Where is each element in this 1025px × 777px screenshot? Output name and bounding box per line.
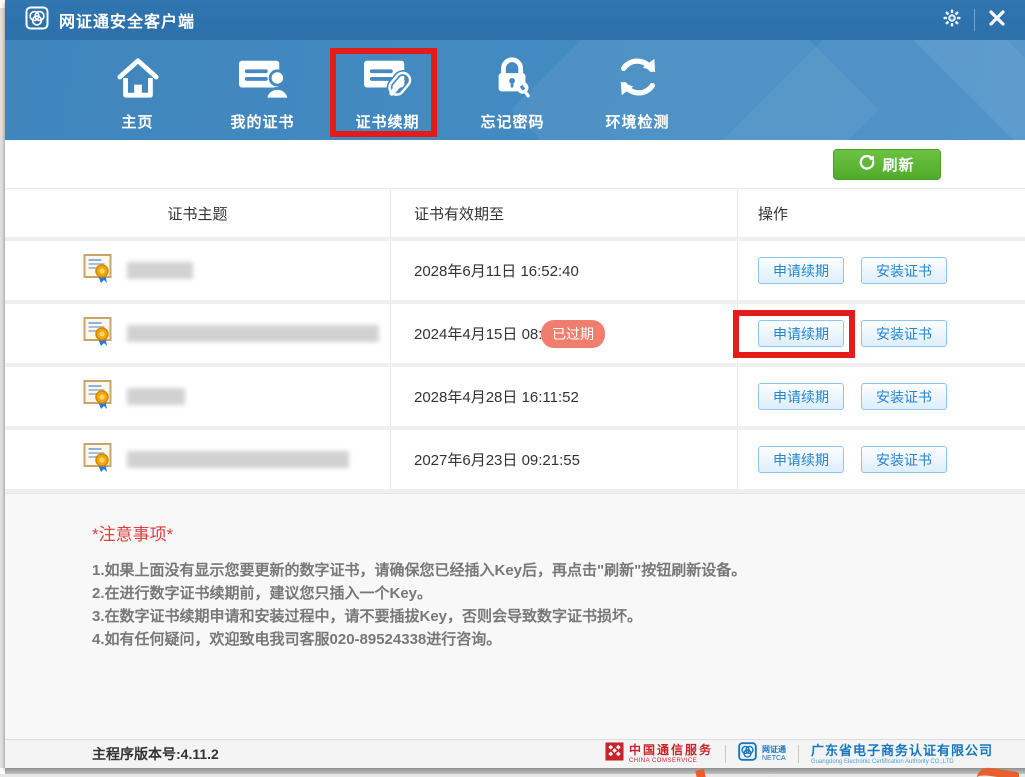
refresh-label: 刷新 (882, 156, 915, 174)
logo-separator (797, 745, 799, 763)
nav-tab-environment-check[interactable]: 环境检测 (575, 40, 700, 140)
install-certificate-button[interactable]: 安装证书 (861, 383, 947, 410)
note-line-4: 4.如有任何疑问，欢迎致电我司客服020-89524338进行咨询。 (92, 631, 502, 648)
netca-name-cn: 网证通 (761, 745, 786, 754)
certificate-expiry-date: 2027年6月23日 09:21:55 (414, 452, 580, 469)
close-button[interactable] (975, 5, 1019, 35)
china-comservice-logo: 中国通信服务 CHINA COMSERVICE (605, 742, 713, 766)
table-row: 2024年4月15日 08:38:08 已过期 申请续期 安装证书 (5, 304, 1025, 367)
nav-tab-home[interactable]: 主页 (75, 40, 200, 140)
redacted-subject (127, 388, 185, 405)
china-comservice-name-cn: 中国通信服务 (628, 743, 713, 757)
refresh-icon (859, 154, 875, 174)
note-line-2: 2.在进行数字证书续期前，建议您只插入一个Key。 (92, 585, 433, 602)
redacted-subject (127, 262, 193, 279)
redacted-subject (127, 451, 349, 468)
renew-button[interactable]: 申请续期 (758, 257, 844, 284)
certificate-icon (83, 253, 113, 288)
screenshot-root: 网证通安全客户端 主页 我的证书 证书续期 忘记密码 环境检测 刷新 证书主题 … (0, 0, 1025, 777)
note-line-1: 1.如果上面没有显示您要更新的数字证书，请确保您已经插入Key后，再点击"刷新"… (92, 562, 747, 579)
footer-logos: 中国通信服务 CHINA COMSERVICE 网证通 NETCA 广东省电子商… (605, 742, 993, 766)
certificate-icon (83, 442, 113, 477)
app-logo-icon (25, 6, 49, 35)
settings-button[interactable] (930, 5, 974, 35)
main-nav: 主页 我的证书 证书续期 忘记密码 环境检测 (5, 40, 1025, 140)
nav-tab-label: 环境检测 (605, 114, 670, 131)
gear-icon (943, 8, 961, 32)
nav-tab-forgot-password[interactable]: 忘记密码 (450, 40, 575, 140)
table-header-row: 证书主题 证书有效期至 操作 (5, 189, 1025, 241)
renew-button[interactable]: 申请续期 (758, 383, 844, 410)
header-certificate-expiry: 证书有效期至 (390, 189, 737, 237)
certificate-expiry-date: 2028年6月11日 16:52:40 (414, 263, 579, 280)
nav-tab-label: 忘记密码 (480, 114, 545, 131)
nav-items: 主页 我的证书 证书续期 忘记密码 环境检测 (75, 40, 700, 140)
gdca-name-en: Guangdong Electronic Certification Autho… (810, 758, 954, 765)
gdca-name-cn: 广东省电子商务认证有限公司 (810, 742, 993, 758)
renew-button[interactable]: 申请续期 (758, 446, 844, 473)
renew-button[interactable]: 申请续期 (758, 320, 844, 347)
version-label: 主程序版本号:4.11.2 (92, 746, 219, 762)
certificate-expiry-date: 2028年4月28日 16:11:52 (414, 389, 579, 406)
gdca-logo: 广东省电子商务认证有限公司 Guangdong Electronic Certi… (811, 744, 993, 765)
certificate-subject-cell (5, 442, 349, 477)
refresh-button[interactable]: 刷新 (833, 148, 941, 180)
app-title: 网证通安全客户端 (59, 14, 196, 31)
titlebar: 网证通安全客户端 (5, 0, 1025, 40)
certificate-subject-cell (5, 316, 379, 351)
header-actions: 操作 (737, 189, 1025, 237)
notes-title: *注意事项* (92, 525, 174, 544)
expired-badge: 已过期 (541, 319, 605, 348)
environment-check-icon (616, 55, 660, 104)
header-certificate-subject: 证书主题 (167, 205, 228, 223)
nav-tab-label: 我的证书 (230, 114, 295, 131)
certificate-renewal-icon (362, 55, 414, 104)
certificate-subject-cell (5, 253, 193, 288)
redacted-subject (127, 325, 379, 342)
install-certificate-button[interactable]: 安装证书 (861, 320, 947, 347)
toolbar: 刷新 (5, 140, 1025, 189)
certificate-icon (83, 379, 113, 414)
forgot-password-icon (490, 55, 536, 104)
nav-tab-my-certificates[interactable]: 我的证书 (200, 40, 325, 140)
nav-tab-certificate-renewal[interactable]: 证书续期 (325, 40, 450, 140)
certificate-subject-cell (5, 379, 185, 414)
certificate-icon (83, 316, 113, 351)
install-certificate-button[interactable]: 安装证书 (861, 446, 947, 473)
nav-tab-label: 主页 (121, 114, 154, 131)
china-comservice-icon (605, 742, 624, 766)
nav-tab-label: 证书续期 (355, 114, 420, 131)
notes-section: *注意事项* 1.如果上面没有显示您要更新的数字证书，请确保您已经插入Key后，… (5, 493, 1025, 739)
note-line-3: 3.在数字证书续期申请和安装过程中，请不要插拔Key，否则会导致数字证书损坏。 (92, 608, 643, 625)
app-window: 网证通安全客户端 主页 我的证书 证书续期 忘记密码 环境检测 刷新 证书主题 … (5, 0, 1025, 768)
table-row: 2028年4月28日 16:11:52 申请续期 安装证书 (5, 367, 1025, 430)
close-icon (989, 9, 1005, 31)
install-certificate-button[interactable]: 安装证书 (861, 257, 947, 284)
home-icon (115, 55, 161, 104)
logo-separator (724, 745, 726, 763)
table-row: 2028年6月11日 16:52:40 申请续期 安装证书 (5, 241, 1025, 304)
china-comservice-name-en: CHINA COMSERVICE (628, 758, 698, 764)
footer: 主程序版本号:4.11.2 中国通信服务 CHINA COMSERVICE 网证… (5, 739, 1025, 768)
table-row: 2027年6月23日 09:21:55 申请续期 安装证书 (5, 430, 1025, 493)
my-certificates-icon (237, 55, 290, 104)
